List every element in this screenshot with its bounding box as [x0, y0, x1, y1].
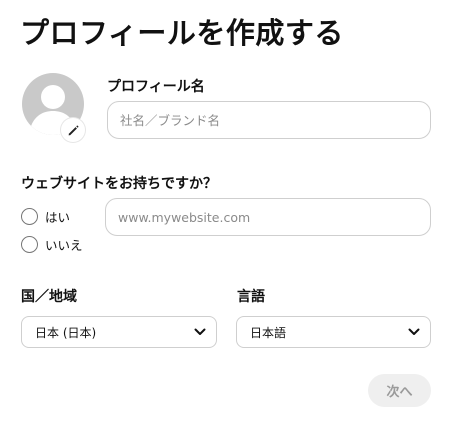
website-question: ウェブサイトをお持ちですか？ [21, 176, 217, 192]
country-label: 国／地域 [21, 289, 77, 305]
radio-option-yes[interactable]: はい [21, 207, 70, 226]
country-select[interactable]: 日本 (日本) [21, 316, 217, 348]
chevron-down-icon [408, 328, 420, 335]
website-url-input[interactable] [105, 198, 431, 236]
pencil-icon [68, 124, 79, 135]
next-button[interactable]: 次へ [368, 374, 431, 407]
page-title: プロフィールを作成する [20, 16, 344, 50]
chevron-down-icon [194, 328, 206, 335]
radio-option-no[interactable]: いいえ [21, 235, 83, 254]
radio-label-yes: はい [45, 210, 71, 225]
radio-label-no: いいえ [45, 238, 83, 253]
radio-button[interactable] [21, 208, 38, 225]
language-label: 言語 [237, 289, 265, 305]
language-selected-value: 日本語 [250, 325, 287, 340]
radio-button[interactable] [21, 236, 38, 253]
language-select[interactable]: 日本語 [236, 316, 431, 348]
edit-avatar-button[interactable] [61, 118, 85, 142]
profile-name-label: プロフィール名 [107, 79, 205, 95]
profile-name-input[interactable] [107, 101, 431, 139]
country-selected-value: 日本 (日本) [35, 325, 97, 340]
